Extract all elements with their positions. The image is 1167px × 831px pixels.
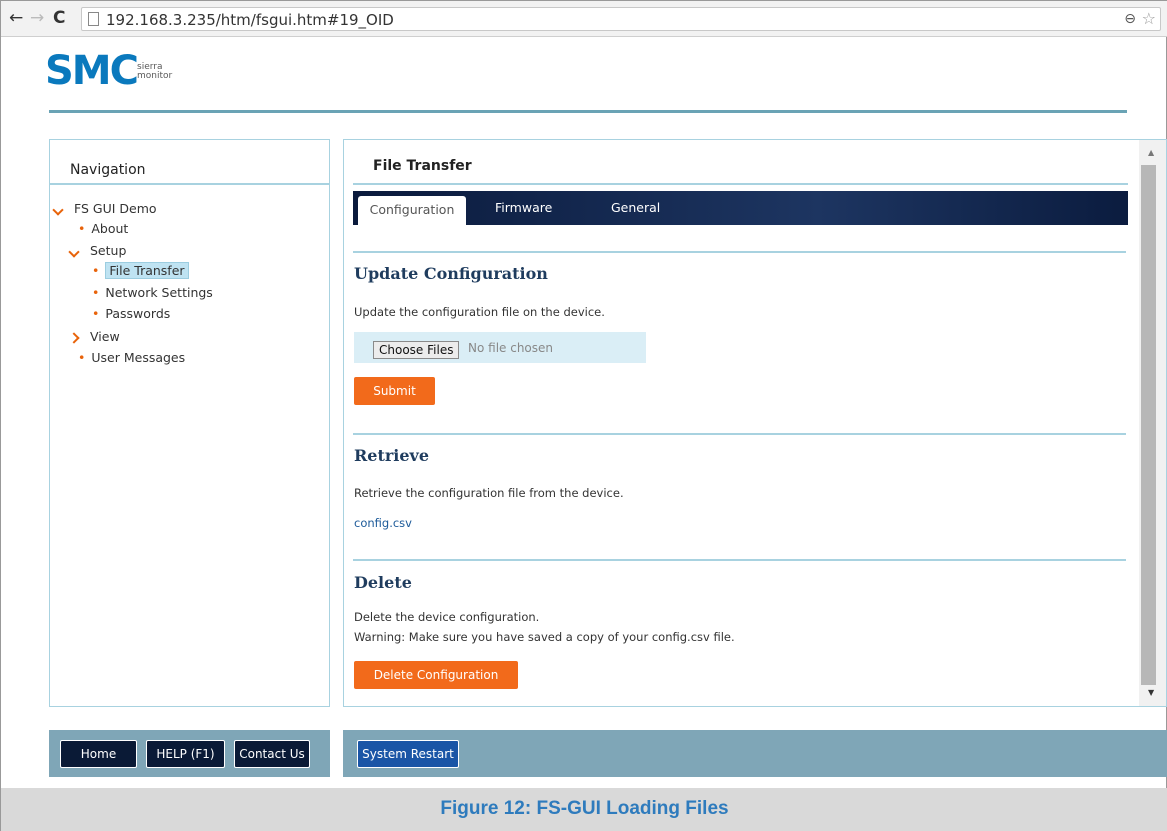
nav-item-label: Passwords [105,306,171,321]
nav-item-about[interactable]: • About [78,221,128,237]
nav-item-label: User Messages [91,350,186,365]
figure-caption: Figure 12: FS-GUI Loading Files [440,798,729,819]
header-divider [49,110,1127,113]
forward-arrow-icon[interactable]: → [30,9,44,27]
nav-item-network-settings[interactable]: • Network Settings [92,285,213,301]
tab-configuration[interactable]: Configuration [358,196,466,225]
system-restart-button[interactable]: System Restart [357,740,459,768]
no-file-label: No file chosen [468,341,554,355]
chevron-down-icon[interactable] [52,204,64,216]
nav-item-label: File Transfer [105,262,189,279]
page-icon [88,12,99,26]
submit-button[interactable]: Submit [354,377,435,405]
help-button[interactable]: HELP (F1) [146,740,225,768]
scroll-thumb[interactable] [1141,165,1156,685]
nav-item-view[interactable]: View [90,329,120,345]
reload-icon[interactable]: C [53,9,65,27]
address-bar[interactable]: 192.168.3.235/htm/fsgui.htm#19_OID ⊖ ☆ [81,7,1161,31]
update-description: Update the configuration file on the dev… [354,305,605,319]
browser-toolbar: ← → C 192.168.3.235/htm/fsgui.htm#19_OID… [1,1,1167,37]
page-title: File Transfer [373,158,472,174]
footer-right-bar: System Restart [343,730,1167,777]
navigation-panel: Navigation FS GUI Demo • About Setup • Fil… [49,139,330,707]
nav-item-file-transfer[interactable]: • File Transfer [92,262,189,279]
bullet-icon: • [92,263,100,278]
home-button[interactable]: Home [60,740,137,768]
delete-heading: Delete [354,573,412,592]
navigation-title: Navigation [70,162,146,178]
logo-main-text: SMC [45,48,139,94]
nav-item-user-messages[interactable]: • User Messages [78,350,185,366]
content-panel: File Transfer Configuration Firmware Gen… [343,139,1167,707]
logo-subtext: sierra monitor [137,63,172,81]
retrieve-heading: Retrieve [354,446,430,465]
navigation-divider [50,183,329,185]
tab-bar: Configuration Firmware General [353,191,1128,225]
nav-item-fs-gui-demo[interactable]: FS GUI Demo [74,201,157,217]
nav-item-label: Network Settings [105,285,213,300]
nav-item-label: About [91,221,129,236]
chevron-down-icon[interactable] [68,246,80,258]
bullet-icon: • [78,221,86,236]
section-divider [353,559,1126,561]
scroll-up-icon[interactable]: ▲ [1148,148,1154,157]
nav-item-setup[interactable]: Setup [90,243,126,259]
contact-us-button[interactable]: Contact Us [234,740,310,768]
scroll-down-icon[interactable]: ▼ [1148,688,1154,697]
choose-files-button[interactable]: Choose Files [373,341,460,359]
nav-item-passwords[interactable]: • Passwords [92,306,170,322]
logo-sub-line2: monitor [137,71,173,81]
zoom-icon[interactable]: ⊖ [1124,11,1136,27]
figure-caption-bar: Figure 12: FS-GUI Loading Files [1,788,1167,831]
content-scrollbar[interactable]: ▲ ▼ [1139,140,1166,706]
file-input[interactable]: Choose Files No file chosen [354,332,646,363]
section-divider [353,433,1126,435]
chevron-right-icon[interactable] [68,332,80,344]
smc-logo: SMC sierra monitor [45,48,172,94]
back-arrow-icon[interactable]: ← [9,9,23,27]
bookmark-star-icon[interactable]: ☆ [1142,9,1156,28]
section-divider [353,251,1126,253]
retrieve-description: Retrieve the configuration file from the… [354,486,624,500]
bullet-icon: • [78,350,86,365]
title-divider [353,183,1128,185]
url-text[interactable]: 192.168.3.235/htm/fsgui.htm#19_OID [106,11,394,29]
tab-general[interactable]: General [611,200,660,215]
delete-description: Delete the device configuration. [354,610,540,624]
config-csv-link[interactable]: config.csv [354,516,412,530]
tab-firmware[interactable]: Firmware [495,200,552,215]
bullet-icon: • [92,306,100,321]
footer-left-bar: Home HELP (F1) Contact Us [49,730,330,777]
delete-configuration-button[interactable]: Delete Configuration [354,661,518,689]
update-heading: Update Configuration [354,264,548,283]
bullet-icon: • [92,285,100,300]
delete-warning: Warning: Make sure you have saved a copy… [354,630,735,644]
